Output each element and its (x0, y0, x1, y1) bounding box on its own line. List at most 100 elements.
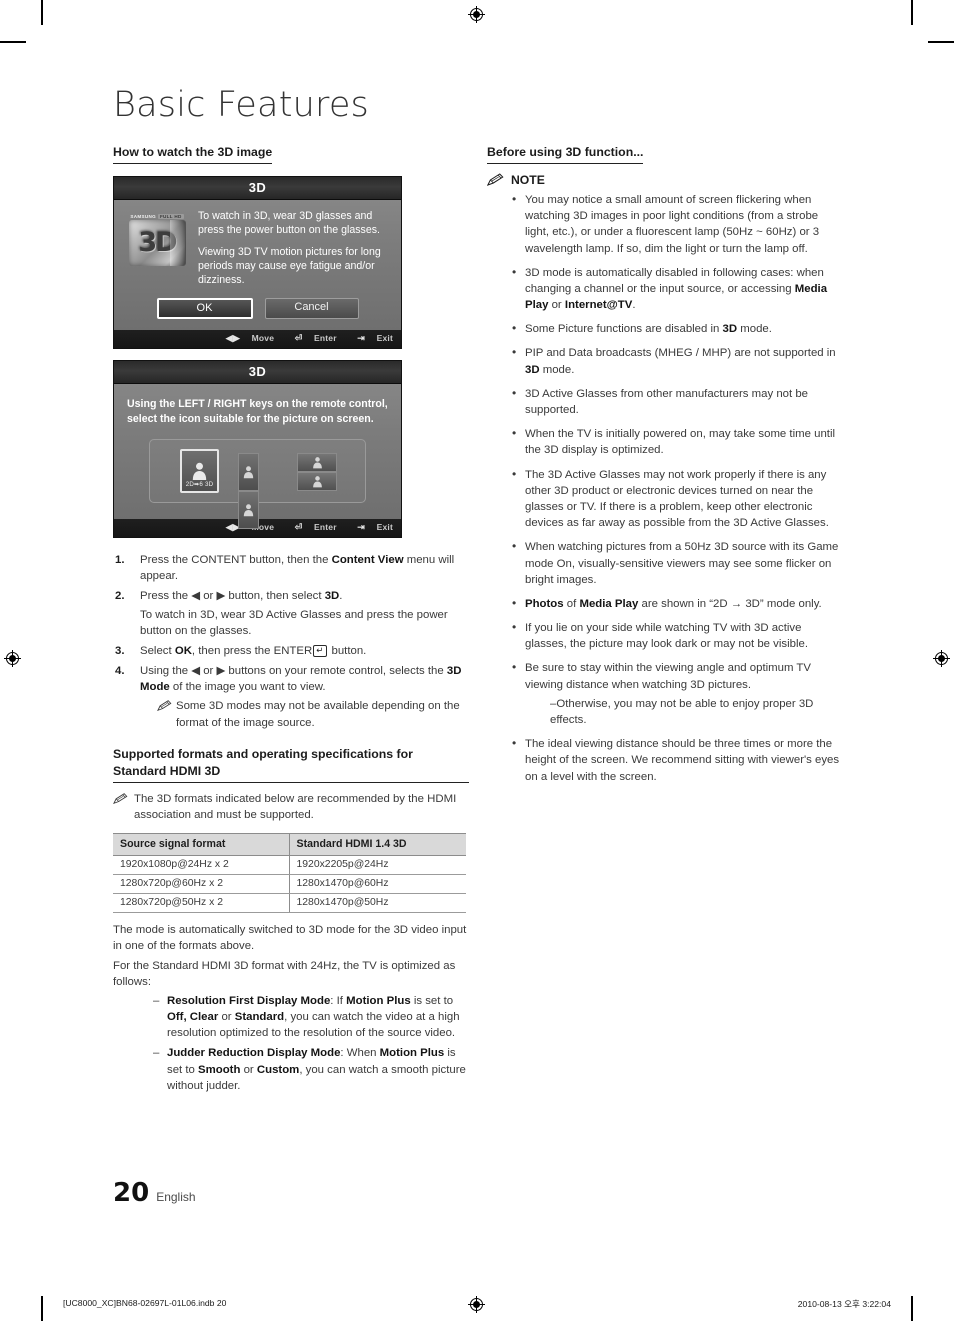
nav-exit: ⇥ Exit (357, 521, 393, 532)
note-bullet: When watching pictures from a 50Hz 3D so… (512, 538, 843, 588)
paragraph-optimized-as-follows: For the Standard HDMI 3D format with 24H… (113, 959, 456, 988)
formats-note: The 3D formats indicated below are recom… (113, 791, 469, 823)
cell-source-2: 1280x720p@60Hz x 2 (113, 874, 289, 895)
note-bullet: 3D mode is automatically disabled in fol… (512, 264, 843, 314)
dialog2-instruction: Using the LEFT / RIGHT keys on the remot… (127, 398, 388, 425)
page-language: English (156, 1190, 196, 1204)
note-bullet: Some Picture functions are disabled in 3… (512, 320, 843, 337)
dialog-paragraph-2: Viewing 3D TV motion pictures for long p… (198, 246, 381, 287)
mode-2d-to-3d-tile[interactable]: 2D➡6 3D (180, 448, 219, 493)
mode-2d-3d-label: 2D➡6 3D (185, 480, 214, 488)
person-icon (243, 466, 254, 479)
pencil-note-icon (487, 173, 504, 187)
ok-button[interactable]: OK (156, 298, 253, 320)
note-bullet: 3D Active Glasses from other manufacture… (512, 385, 843, 418)
tv-nav-bar: ◀▶ Move ⏎ Enter ⇥ Exit (114, 330, 401, 349)
tv-dialog2-body: Using the LEFT / RIGHT keys on the remot… (114, 384, 401, 529)
note-sub-dash: Otherwise, you may not be able to enjoy … (537, 696, 843, 728)
registration-mark-bottom (468, 1296, 485, 1313)
manual-page: Basic Features How to watch the 3D image… (0, 0, 954, 1321)
instruction-steps: Press the CONTENT button, then the Conte… (113, 552, 469, 731)
person-icon (312, 457, 322, 469)
crop-mark-bottom-right-v (911, 1296, 913, 1321)
note-bullet: If you lie on your side while watching T… (512, 619, 843, 652)
nav-enter: ⏎ Enter (294, 521, 337, 532)
logo-badge-text: FULL HD (157, 213, 184, 219)
left-column: How to watch the 3D image 3D SAMSUNG FULL… (113, 143, 469, 1098)
mode-selector-group: 2D➡6 3D (149, 438, 366, 529)
display-mode-list: Resolution First Display Mode: If Motion… (113, 993, 469, 1094)
cell-target-2: 1280x1470p@60Hz (288, 874, 466, 895)
table-row: 1920x1080p@24Hz x 2 1920x2205p@24Hz (113, 855, 466, 876)
nav-move: ◀▶ Move (225, 333, 275, 344)
cancel-button[interactable]: Cancel (264, 298, 359, 320)
nav-enter: ⏎ Enter (294, 333, 337, 344)
note-bullet: Be sure to stay within the viewing angle… (512, 659, 843, 728)
registration-mark-top (468, 6, 485, 23)
step-2: Press the ◀ or ▶ button, then select 3D.… (113, 588, 469, 639)
person-icon (243, 504, 254, 517)
person-icon (192, 462, 207, 480)
note-bullet: PIP and Data broadcasts (MHEG / MHP) are… (512, 344, 843, 377)
table-header-standard-hdmi: Standard HDMI 1.4 3D (288, 833, 466, 857)
table-body: 1920x1080p@24Hz x 2 1920x2205p@24Hz 1280… (113, 855, 466, 914)
tv-screenshot-3d-warning: 3D SAMSUNG FULL HD 3D To watch in 3D, wea… (113, 175, 402, 350)
logo-brand-text: SAMSUNG (130, 213, 156, 219)
enter-key-icon: ⏎ (294, 521, 303, 532)
page-title: Basic Features (113, 85, 369, 125)
table-header-row: Source signal format Standard HDMI 1.4 3… (113, 833, 466, 857)
registration-mark-left (4, 650, 21, 667)
tv-dialog2-title: 3D (114, 361, 401, 385)
note-sub-dash-list: Otherwise, you may not be able to enjoy … (525, 696, 843, 728)
crop-mark-bottom-left-v (41, 1296, 43, 1321)
tv-dialog-body: SAMSUNG FULL HD 3D To watch in 3D, wear 3… (114, 199, 401, 331)
enter-key-icon: ⏎ (294, 333, 303, 344)
note-bullet: The ideal viewing distance should be thr… (512, 735, 843, 785)
person-icon (312, 476, 322, 488)
section-heading-supported-formats: Supported formats and operating specific… (113, 746, 469, 783)
cell-source-1: 1920x1080p@24Hz x 2 (113, 855, 289, 876)
pencil-note-icon (113, 792, 128, 804)
supported-formats-table: Source signal format Standard HDMI 1.4 3… (113, 833, 466, 914)
display-mode-resolution-first: Resolution First Display Mode: If Motion… (153, 993, 469, 1042)
section-heading-how-to-watch: How to watch the 3D image (113, 144, 273, 164)
step-1: Press the CONTENT button, then the Conte… (115, 552, 455, 583)
page-number: 20 (113, 1178, 150, 1208)
step-4-note: Some 3D modes may not be available depen… (140, 698, 469, 730)
crop-mark-top-right-h (928, 41, 954, 43)
note-bullet: The 3D Active Glasses may not work prope… (512, 466, 843, 532)
registration-mark-right (933, 650, 950, 667)
mode-top-bottom-tile[interactable] (297, 452, 337, 491)
table-row: 1280x720p@50Hz x 2 1280x1470p@50Hz (113, 893, 466, 914)
crop-mark-top-right-v (911, 0, 913, 25)
table-row: 1280x720p@60Hz x 2 1280x1470p@60Hz (113, 874, 466, 895)
dialog-paragraph-1: To watch in 3D, wear 3D glasses and pres… (198, 209, 380, 237)
step-4: Using the ◀ or ▶ buttons on your remote … (113, 663, 469, 731)
note-bullet-list: You may notice a small amount of screen … (487, 191, 843, 785)
section-heading-before-using: Before using 3D function... (487, 144, 644, 164)
print-footer-left: [UC8000_XC]BN68-02697L-01L06.indb 20 (63, 1298, 227, 1308)
page-number-block: 20 English (113, 1178, 196, 1208)
mode-side-by-side-tile[interactable] (238, 452, 278, 529)
cell-target-3: 1280x1470p@50Hz (288, 893, 466, 914)
nav-exit: ⇥ Exit (357, 333, 393, 344)
display-mode-judder-reduction: Judder Reduction Display Mode: When Moti… (153, 1045, 469, 1094)
note-bullet: Photos of Media Play are shown in “2D → … (512, 595, 843, 612)
right-column: Before using 3D function... NOTE You may… (487, 143, 843, 793)
pencil-note-icon (157, 700, 172, 712)
note-bullet: You may notice a small amount of screen … (512, 191, 843, 257)
crop-mark-top-left-h (0, 41, 26, 43)
print-footer-right: 2010-08-13 오후 3:22:04 (797, 1299, 891, 1309)
left-right-arrows-icon: ◀▶ (225, 333, 241, 344)
tv-screenshot-3d-mode-select: 3D Using the LEFT / RIGHT keys on the re… (113, 360, 402, 538)
table-header-source-format: Source signal format (113, 833, 289, 857)
tv-dialog-title: 3D (114, 176, 401, 200)
exit-key-icon: ⇥ (357, 333, 366, 344)
cell-source-3: 1280x720p@50Hz x 2 (113, 893, 289, 914)
exit-key-icon: ⇥ (357, 521, 366, 532)
samsung-3d-logo-icon: SAMSUNG FULL HD 3D (126, 213, 188, 272)
paragraph-auto-switch: The mode is automatically switched to 3D… (113, 924, 467, 953)
crop-mark-top-left-v (41, 0, 43, 25)
logo-cube-text: 3D (129, 219, 186, 266)
cell-target-1: 1920x2205p@24Hz (288, 855, 466, 876)
